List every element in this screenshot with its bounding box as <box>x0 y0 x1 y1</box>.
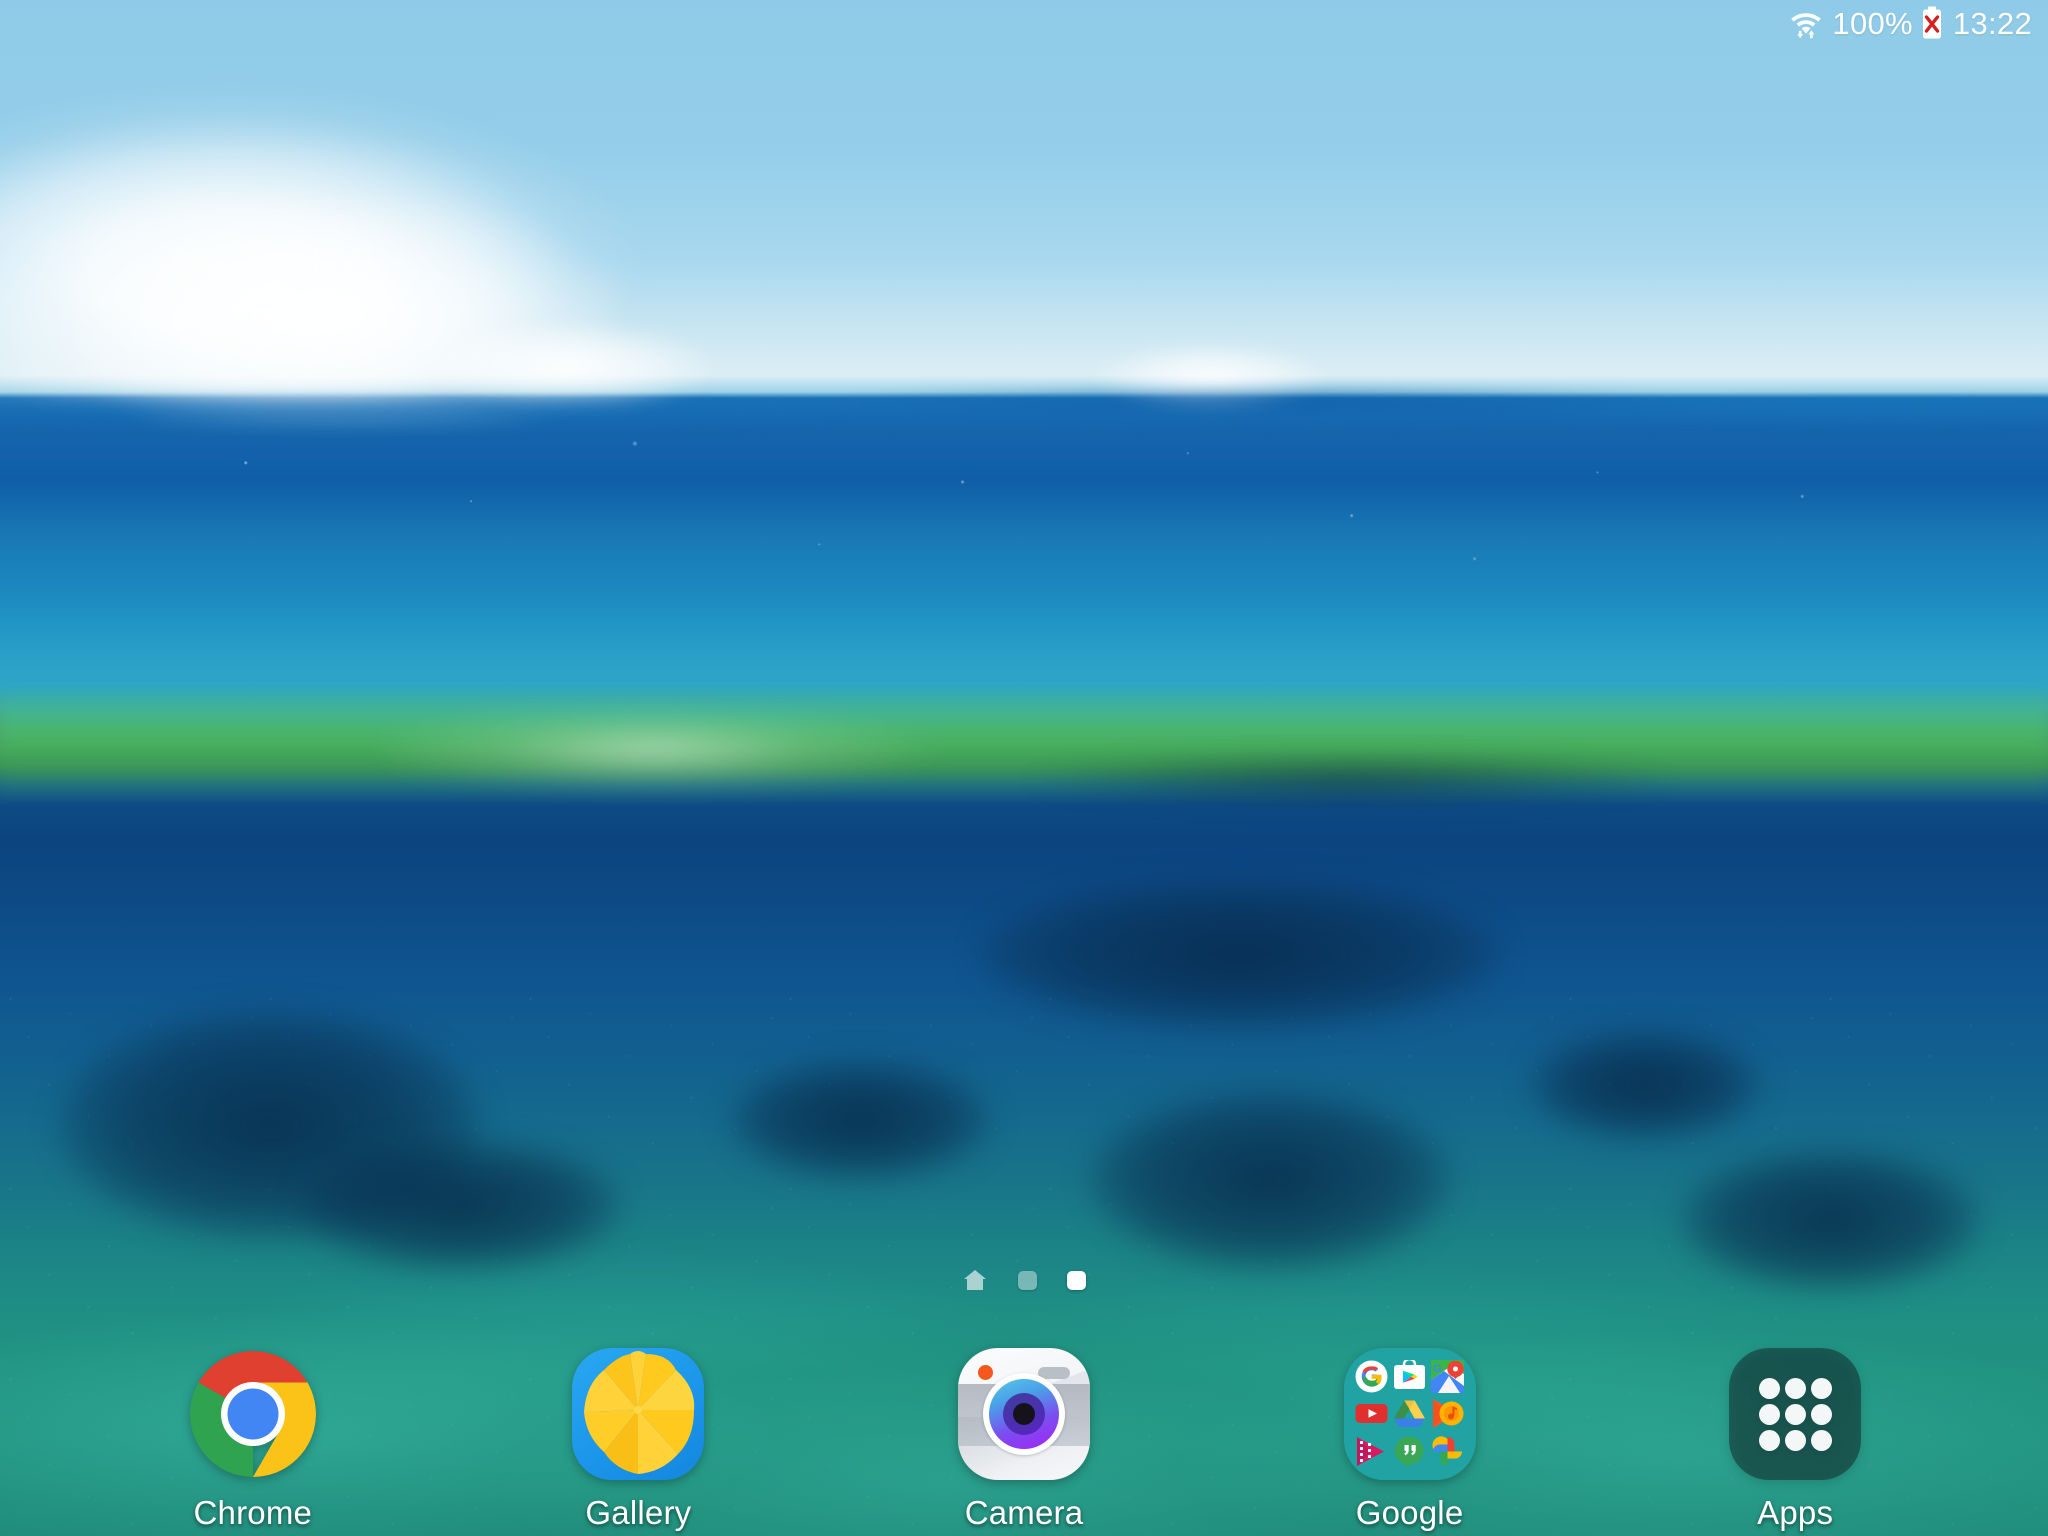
dock-label-google: Google <box>1355 1494 1464 1531</box>
dock-label-apps: Apps <box>1757 1494 1834 1531</box>
wallpaper[interactable] <box>0 0 2048 1536</box>
dock-item-gallery[interactable]: Gallery <box>528 1326 748 1532</box>
play-store-icon <box>1393 1357 1426 1393</box>
water-sparkle <box>0 410 2048 650</box>
page-indicator <box>0 1268 2048 1292</box>
coral-rock <box>300 1140 620 1270</box>
gallery-icon[interactable] <box>572 1348 705 1480</box>
battery-percent-text: 100% <box>1832 5 1913 41</box>
algae-shadow <box>1000 740 1700 820</box>
apps-grid-dot <box>1810 1377 1832 1399</box>
page-2-indicator[interactable] <box>1018 1270 1037 1290</box>
dock: Chrome Gallery Camera G Google Apps <box>0 1326 2048 1536</box>
apps-grid-dot <box>1758 1403 1780 1425</box>
coral-rock <box>1530 1030 1760 1140</box>
apps-grid-dot <box>1810 1429 1832 1451</box>
clock-text: 13:22 <box>1952 5 2032 41</box>
hangouts-icon <box>1393 1435 1426 1468</box>
dock-label-chrome: Chrome <box>193 1494 313 1531</box>
apps-grid-dot <box>1758 1429 1780 1451</box>
dock-label-camera: Camera <box>964 1494 1084 1531</box>
apps-grid-dot <box>1784 1377 1806 1399</box>
home-screen: 100% 13:22 Chrome Gallery Camera G Googl… <box>0 0 2048 1536</box>
apps-grid-dot <box>1758 1377 1780 1399</box>
camera-lens-pupil <box>1012 1403 1035 1425</box>
play-movies-icon <box>1355 1435 1388 1468</box>
coral-rock <box>980 880 1500 1030</box>
apps-grid-dot <box>1784 1403 1806 1425</box>
chrome-icon[interactable] <box>187 1348 319 1480</box>
algae-haze <box>380 700 1000 800</box>
camera-led-indicator <box>977 1365 993 1380</box>
status-bar-right-group: 100% 13:22 <box>1789 6 2032 40</box>
dock-item-chrome[interactable]: Chrome <box>143 1326 363 1532</box>
youtube-icon <box>1355 1397 1388 1430</box>
dock-label-gallery: Gallery <box>585 1494 692 1531</box>
google-drive-icon <box>1393 1397 1426 1430</box>
google-maps-icon: G <box>1430 1359 1464 1393</box>
page-3-indicator[interactable] <box>1067 1270 1086 1290</box>
google-photos-icon <box>1431 1435 1464 1468</box>
camera-icon[interactable] <box>957 1348 1090 1480</box>
wifi-icon[interactable] <box>1789 7 1823 39</box>
dock-item-camera[interactable]: Camera <box>914 1326 1134 1532</box>
play-music-icon <box>1431 1397 1464 1430</box>
home-page-indicator[interactable] <box>962 1268 988 1292</box>
apps-grid-dot <box>1784 1429 1806 1451</box>
coral-rock <box>1090 1090 1450 1270</box>
coral-rock <box>730 1060 990 1180</box>
dock-item-google-folder[interactable]: G Google <box>1300 1326 1520 1532</box>
google-folder-icon[interactable]: G <box>1343 1348 1476 1480</box>
status-bar[interactable]: 100% 13:22 <box>0 0 2048 46</box>
dock-item-apps[interactable]: Apps <box>1685 1326 1905 1532</box>
svg-text:G: G <box>1433 1363 1442 1375</box>
apps-grid-dot <box>1810 1403 1832 1425</box>
apps-drawer-icon[interactable] <box>1729 1348 1862 1480</box>
google-search-icon <box>1355 1360 1388 1393</box>
battery-not-charging-icon[interactable] <box>1921 6 1943 40</box>
